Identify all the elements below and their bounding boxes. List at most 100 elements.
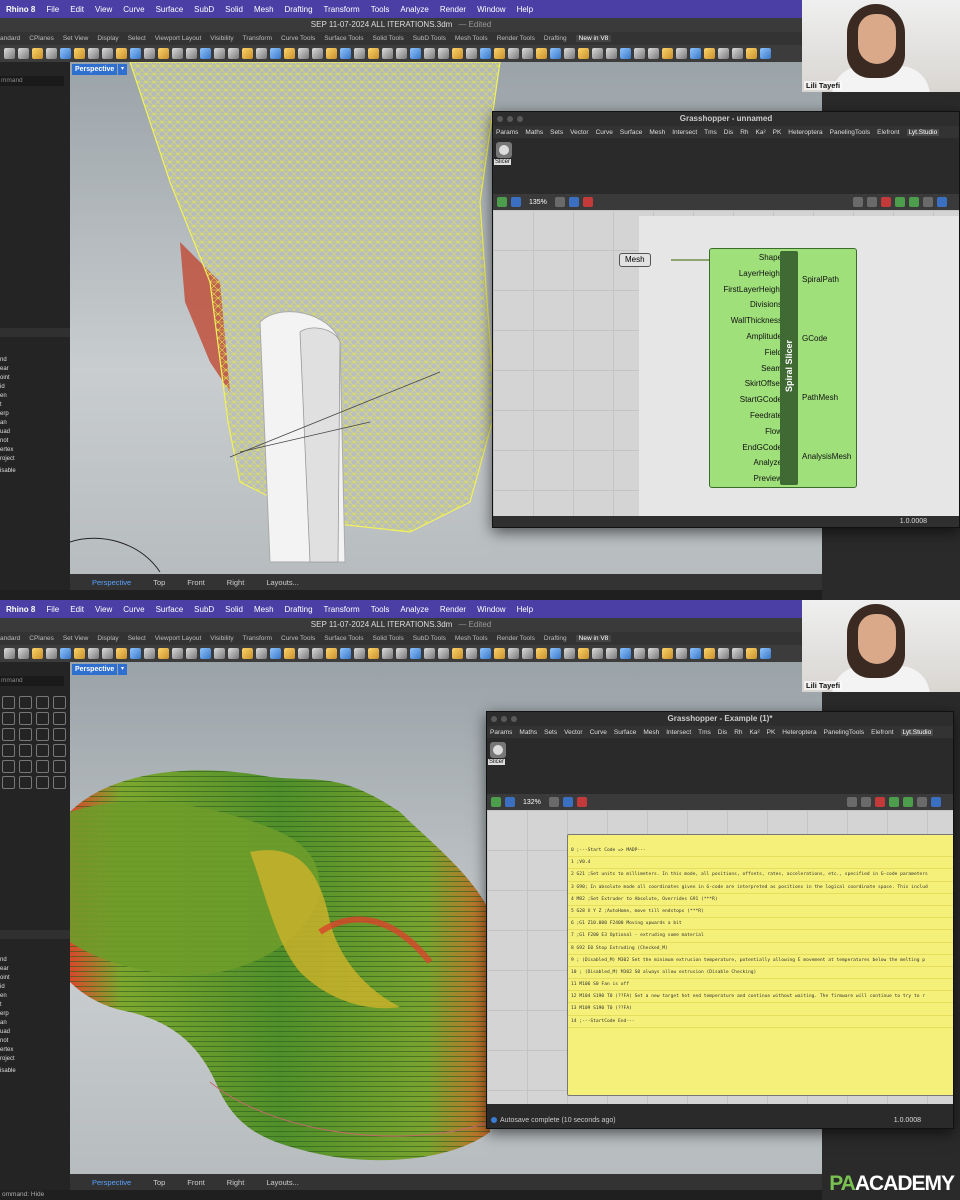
polyline-tool-icon[interactable] (19, 696, 32, 709)
line-tool-icon[interactable] (2, 696, 15, 709)
tool-icon[interactable] (424, 48, 435, 59)
tool-icon[interactable] (382, 648, 393, 659)
tool-icon[interactable] (704, 648, 715, 659)
gh-tab-params[interactable]: Params (496, 129, 518, 136)
tool-icon[interactable] (32, 648, 43, 659)
tab-standard[interactable]: andard (0, 35, 20, 42)
vp-tab-perspective[interactable]: Perspective (92, 578, 131, 587)
tab-viewport-layout[interactable]: Viewport Layout (155, 635, 202, 642)
pen-icon[interactable] (576, 797, 587, 807)
menu-curve[interactable]: Curve (123, 605, 144, 614)
tab-surface-tools[interactable]: Surface Tools (324, 635, 363, 642)
preview-icon[interactable] (847, 797, 857, 807)
viewport-dropdown-icon[interactable]: ▾ (118, 664, 127, 675)
tool-icon[interactable] (438, 648, 449, 659)
surface-tool-icon[interactable] (2, 728, 15, 741)
tool-icon[interactable] (172, 48, 183, 59)
tool-icon[interactable] (718, 648, 729, 659)
gh-tab-mesh[interactable]: Mesh (649, 129, 665, 136)
input-endgcode[interactable]: EndGCode (714, 443, 782, 459)
menu-subd[interactable]: SubD (194, 5, 214, 14)
gh-tab-maths[interactable]: Maths (525, 129, 543, 136)
menu-mesh[interactable]: Mesh (254, 605, 274, 614)
vp-tab-layouts[interactable]: Layouts... (266, 578, 299, 587)
tool-icon[interactable] (116, 648, 127, 659)
tool-icon[interactable] (676, 48, 687, 59)
grasshopper-window[interactable]: Grasshopper - unnamed Params Maths Sets … (492, 111, 960, 528)
vp-tab-front[interactable]: Front (187, 578, 205, 587)
tab-curve-tools[interactable]: Curve Tools (281, 635, 315, 642)
pen-icon[interactable] (582, 197, 593, 207)
gh-tab-heteroptera[interactable]: Heteroptera (788, 129, 822, 136)
osnap-knot[interactable]: not (0, 437, 70, 446)
preview-icon[interactable] (881, 197, 891, 207)
tool-icon[interactable] (4, 648, 15, 659)
tab-solid-tools[interactable]: Solid Tools (372, 635, 403, 642)
osnap-near[interactable]: ear (0, 365, 70, 374)
osnap-tan[interactable]: an (0, 1019, 70, 1028)
gh-tab-pk[interactable]: PK (773, 129, 782, 136)
tab-visibility[interactable]: Visibility (210, 635, 233, 642)
tool-icon[interactable] (410, 48, 421, 59)
tool-icon[interactable] (508, 48, 519, 59)
output-pathmesh[interactable]: PathMesh (802, 393, 838, 402)
tool-icon[interactable] (116, 48, 127, 59)
menu-app[interactable]: Rhino 8 (6, 605, 35, 614)
input-startgcode[interactable]: StartGCode (714, 395, 782, 411)
vp-tab-front[interactable]: Front (187, 1178, 205, 1187)
tab-drafting[interactable]: Drafting (544, 35, 567, 42)
command-prompt[interactable]: mmand (0, 76, 64, 86)
display-icon[interactable] (889, 797, 899, 807)
command-prompt[interactable]: mmand (0, 676, 64, 686)
menu-surface[interactable]: Surface (156, 5, 184, 14)
gh-tab-sets[interactable]: Sets (544, 729, 557, 736)
input-amplitude[interactable]: Amplitude (714, 332, 782, 348)
tool-icon[interactable] (522, 648, 533, 659)
osnap-project[interactable]: roject (0, 1055, 70, 1064)
display-icon[interactable] (937, 197, 947, 207)
tool-icon[interactable] (60, 648, 71, 659)
trim-tool-icon[interactable] (2, 776, 15, 789)
menu-render[interactable]: Render (440, 605, 466, 614)
tool-icon[interactable] (326, 648, 337, 659)
tool-icon[interactable] (760, 48, 771, 59)
gh-tab-ka2[interactable]: Ka² (756, 129, 766, 136)
tool-icon[interactable] (256, 648, 267, 659)
tool-icon[interactable] (452, 648, 463, 659)
tab-transform[interactable]: Transform (243, 35, 272, 42)
tool-icon[interactable] (634, 48, 645, 59)
tool-icon[interactable] (88, 648, 99, 659)
tab-surface-tools[interactable]: Surface Tools (324, 35, 363, 42)
tab-viewport-layout[interactable]: Viewport Layout (155, 35, 202, 42)
slicer-icon[interactable] (490, 742, 506, 758)
tool-icon[interactable] (354, 48, 365, 59)
zoom-fit-icon[interactable] (548, 797, 559, 807)
tool-icon[interactable] (536, 648, 547, 659)
gh-tab-lyt-studio[interactable]: Lyt.Studio (906, 128, 940, 136)
minimize-icon[interactable] (507, 116, 513, 122)
osnap-end[interactable]: nd (0, 956, 70, 965)
cylinder-tool-icon[interactable] (53, 728, 66, 741)
input-divisions[interactable]: Divisions (714, 300, 782, 316)
tab-mesh-tools[interactable]: Mesh Tools (455, 35, 488, 42)
output-analysismesh[interactable]: AnalysisMesh (802, 452, 851, 461)
move-tool-icon[interactable] (36, 744, 49, 757)
viewport-dropdown-icon[interactable]: ▾ (118, 64, 127, 75)
join-tool-icon[interactable] (36, 776, 49, 789)
tab-standard[interactable]: andard (0, 635, 20, 642)
file-icon[interactable] (497, 197, 507, 207)
tool-icon[interactable] (298, 48, 309, 59)
osnap-disable[interactable]: isable (0, 1067, 70, 1076)
minimize-icon[interactable] (501, 716, 507, 722)
tool-icon[interactable] (606, 48, 617, 59)
zoom-level[interactable]: 135% (529, 199, 547, 206)
tool-icon[interactable] (480, 48, 491, 59)
vp-tab-right[interactable]: Right (227, 578, 245, 587)
tool-icon[interactable] (158, 648, 169, 659)
gh-canvas[interactable]: 0 ;---Start Code => MADP--- 1 ;V0.4 2 G2… (487, 810, 953, 1104)
tool-icon[interactable] (690, 48, 701, 59)
tool-icon[interactable] (242, 648, 253, 659)
tab-subd-tools[interactable]: SubD Tools (413, 635, 446, 642)
eye-icon[interactable] (568, 197, 579, 207)
menu-solid[interactable]: Solid (225, 5, 243, 14)
